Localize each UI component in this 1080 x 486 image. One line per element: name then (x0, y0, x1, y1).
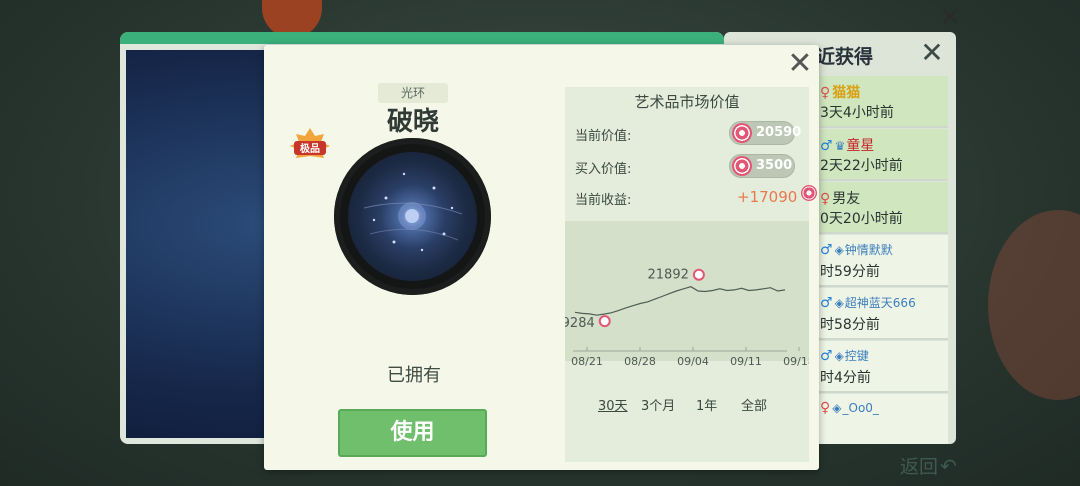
female-icon: ♀ (820, 85, 831, 101)
range-tab[interactable]: 1年 (696, 395, 717, 414)
recent-item-time: 时59分前 (820, 264, 880, 280)
x-tick-label: 09/11 (730, 355, 762, 368)
male-icon: ♂ (820, 138, 833, 154)
recent-item-name: _Oo0_ (842, 401, 879, 415)
return-arrow-icon: ↶ (940, 454, 957, 478)
item-type-tag: 光环 (378, 83, 448, 103)
range-tab[interactable]: 30天 (598, 395, 628, 414)
item-name: 破晓 (386, 107, 439, 137)
use-button[interactable]: 使用 (338, 409, 487, 457)
lollipop-icon (598, 315, 611, 328)
recent-item[interactable]: ♀ ◈_Oo0_ (814, 394, 948, 444)
current-value-pill: 20590 (729, 121, 801, 145)
back-button[interactable]: 返回 ↶ (900, 452, 957, 479)
buy-value: 3500 (756, 158, 793, 173)
recent-item-user: ♂ ◈控键 (820, 347, 948, 367)
vip-gem-icon: ◈ (834, 296, 844, 310)
recent-item[interactable]: ♂ ◈钟情默默时59分前 (814, 235, 948, 287)
profit-label: 当前收益: (575, 193, 632, 208)
buy-value-pill: 3500 (729, 154, 795, 178)
male-icon: ♂ (820, 295, 833, 311)
lollipop-icon (801, 185, 817, 201)
quality-badge-icon: 极品 (290, 128, 330, 158)
recent-item-user: ♂ ◈超神蓝天666 (820, 294, 948, 314)
recent-item-name: 童星 (846, 138, 875, 154)
recent-item-time: 3天4小时前 (820, 105, 894, 121)
recent-item[interactable]: ♀ 猫猫 3天4小时前 (814, 76, 948, 128)
x-tick-label: 08/28 (624, 355, 656, 368)
recent-item-name: 控键 (844, 349, 869, 363)
recent-item-name: 男友 (832, 191, 861, 207)
point-label: 21892 (648, 268, 689, 283)
recent-item-user: ♀ 男友 (820, 188, 948, 208)
crown-icon: ♛ (834, 139, 846, 153)
female-icon: ♀ (820, 191, 831, 207)
star-field (363, 172, 463, 252)
vip-gem-icon: ◈ (834, 243, 844, 257)
x-tick-label: 09/04 (677, 355, 709, 368)
vip-gem-icon: ◈ (832, 401, 842, 415)
back-label: 返回 (900, 456, 939, 478)
candy-icon (732, 156, 752, 176)
recent-item-name: 钟情默默 (844, 243, 893, 257)
recent-item-user: ♀ ◈_Oo0_ (820, 400, 948, 420)
buy-value-label: 买入价值: (575, 162, 632, 177)
price-chart: 08/21 08/28 09/04 09/11 09/18 19284 21892 (565, 268, 809, 368)
recent-item-name: 超神蓝天666 (844, 296, 916, 310)
recent-item[interactable]: ♂ ◈超神蓝天666 时58分前 (814, 288, 948, 340)
market-title: 艺术品市场价值 (634, 93, 740, 111)
close-icon[interactable]: ✕ (786, 49, 814, 79)
panel-topbar (120, 32, 724, 44)
recent-title: 近获得 (816, 46, 874, 68)
x-tick-label: 08/21 (571, 355, 603, 368)
item-detail-modal: ✕ 光环 破晓 极品 已拥有 使用 艺术品市场价值 当前价值: 20590 买入… (264, 45, 819, 470)
recent-item-name: 猫猫 (832, 85, 861, 101)
recent-item[interactable]: ♂ ◈控键时4分前 (814, 341, 948, 393)
owned-status: 已拥有 (387, 365, 441, 386)
market-value-panel: 艺术品市场价值 当前价值: 20590 买入价值: 3500 当前收益: +17… (565, 87, 817, 462)
recent-list: ♀ 猫猫 3天4小时前 ♂ ♛童星 2天22小时前 ♀ 男友 0天20小时前 ♂ ◈钟情默默 时59分… (814, 76, 948, 444)
recent-item-time: 时58分前 (820, 317, 880, 333)
current-value: 20590 (756, 125, 802, 140)
recent-item-user: ♂ ♛童星 (820, 135, 948, 155)
profit-value: +17090 (737, 188, 798, 206)
male-icon: ♂ (820, 348, 833, 364)
recent-item-time: 时4分前 (820, 370, 871, 386)
current-value-label: 当前价值: (575, 129, 632, 144)
female-icon: ♀ (820, 400, 831, 416)
item-image (334, 138, 491, 295)
recent-close-icon[interactable]: ✕ (918, 39, 946, 68)
recent-item-time: 0天20小时前 (820, 211, 903, 227)
recent-item[interactable]: ♀ 男友 0天20小时前 (814, 182, 948, 234)
male-icon: ♂ (820, 242, 833, 258)
point-label: 19284 (565, 316, 595, 331)
background-close-icon[interactable]: ✕ (938, 5, 962, 31)
candy-icon (732, 123, 752, 143)
range-tab[interactable]: 全部 (741, 395, 767, 414)
lollipop-icon (692, 268, 705, 281)
vip-gem-icon: ◈ (834, 349, 844, 363)
recent-item[interactable]: ♂ ♛童星 2天22小时前 (814, 129, 948, 181)
recent-item-user: ♂ ◈钟情默默 (820, 241, 948, 261)
range-tab[interactable]: 3个月 (641, 395, 675, 414)
recent-item-user: ♀ 猫猫 (820, 82, 948, 102)
price-line (574, 286, 786, 316)
recent-item-time: 2天22小时前 (820, 158, 903, 174)
quality-label: 极品 (300, 142, 320, 155)
x-tick-label: 09/18 (783, 355, 809, 368)
